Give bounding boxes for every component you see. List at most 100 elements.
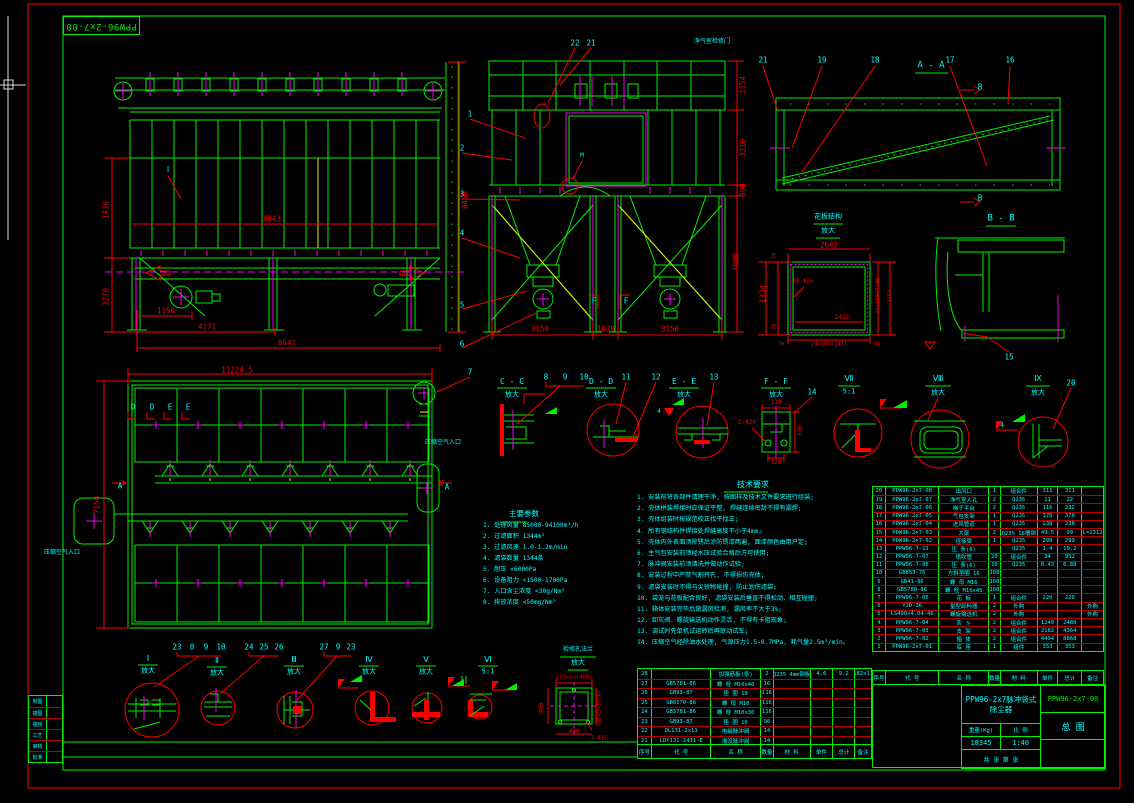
bom-main-row: 16PPW96-2x7-04进风管道1Q235238238 bbox=[873, 520, 1103, 528]
bom-main-header-row: 序号代 号名 称数量材 料单件总计备注 bbox=[873, 671, 1103, 684]
bom-main-cell: 6 bbox=[873, 603, 885, 610]
dim-98phi16: 98-Φ16 bbox=[793, 279, 813, 285]
bom-main-cell: 15 bbox=[873, 529, 885, 536]
marker-A-right: A bbox=[445, 483, 450, 491]
callout-23a: 23 bbox=[172, 643, 181, 651]
bom-main-cell bbox=[1081, 594, 1103, 601]
bom-main-row: 6YJD-36星型卸料器2外购外购 bbox=[873, 602, 1103, 610]
bom-main-row: 13PPW96-7-11压 条(8)Q2351.419.2 bbox=[873, 544, 1103, 552]
bom-aux-row: 25GB6170-86螺 母 M10116 bbox=[638, 698, 871, 708]
magnify-2: 放大 bbox=[210, 670, 224, 677]
bom-main-cell bbox=[1081, 644, 1103, 651]
bom-aux-cell bbox=[832, 708, 854, 717]
bom-main-cell: 370 bbox=[1037, 513, 1058, 520]
bom-aux-row: 26GB93-87垫 圈 10116 bbox=[638, 688, 871, 698]
bom-aux-cell: 14 bbox=[760, 727, 773, 736]
bom-main-cell: GB41-86 bbox=[885, 578, 939, 585]
bom-table-main-header: 序号代 号名 称数量材 料单件总计备注 bbox=[872, 670, 1104, 685]
bom-main-cell: 外购 bbox=[1081, 611, 1103, 618]
corner-cell: 描校 bbox=[29, 719, 46, 729]
dim-1030: 1030 bbox=[597, 325, 615, 333]
bom-main-cell: 2182 bbox=[1037, 627, 1058, 634]
bom-aux-cell bbox=[832, 699, 854, 708]
dim-2154-b: 2154 bbox=[888, 289, 894, 302]
bom-main-cell: GB853-76 bbox=[885, 570, 939, 577]
bom-main-cell: 2 bbox=[988, 603, 1000, 610]
corner-cell bbox=[46, 730, 62, 740]
weight-value: 18345 bbox=[961, 736, 1001, 750]
dim-24x100: 24x100=2411 bbox=[811, 342, 847, 348]
bom-main-cell: 气包支架 bbox=[938, 513, 988, 520]
callout-15: 15 bbox=[1004, 353, 1013, 361]
bom-main-cell: PPW96-7-03 bbox=[885, 627, 939, 634]
bom-main-cell bbox=[1081, 496, 1103, 503]
bom-aux-cell: 116 bbox=[760, 689, 773, 698]
bom-main-cell: 1.4 bbox=[1037, 545, 1058, 552]
bom-main-cell: GB5780-86 bbox=[885, 586, 939, 593]
bom-main-cell bbox=[1081, 619, 1103, 626]
bom-main-cell: 952 bbox=[1057, 554, 1081, 561]
magnify-1: 放大 bbox=[141, 668, 155, 675]
drawing-title: PPW96-2x7脉冲袋式除尘器 bbox=[961, 685, 1041, 724]
dim-7150: 7150 bbox=[93, 496, 101, 514]
bom-aux-cell: 16 bbox=[760, 680, 773, 689]
bom-main-cell: 4434 bbox=[1037, 635, 1058, 642]
bom-main-cell bbox=[1081, 504, 1103, 511]
bom-table-aux: 28加强筋板(条)2Q235 4mm钢板4.69.21182x11027GB57… bbox=[637, 668, 872, 746]
bom-aux-cell bbox=[773, 727, 810, 736]
list-item: 3. 壳体组装时按规范校正找平找正; bbox=[637, 517, 872, 528]
bom-main-cell: 0.43 bbox=[1037, 562, 1058, 569]
corner-cell: 工艺 bbox=[29, 730, 46, 740]
bom-main-cell: 支 架 bbox=[938, 627, 988, 634]
bom-main-row: 8GB5780-86螺 栓 M16x45108 bbox=[873, 585, 1103, 593]
bom-main-cell: PPW96-2x7-01 bbox=[885, 644, 939, 651]
bom-main-cell bbox=[1081, 487, 1103, 495]
bom-aux-cell: 4.6 bbox=[810, 669, 833, 679]
view-middle-elevation bbox=[437, 48, 744, 392]
cad-viewport[interactable]: PPW96-2x7-00 884314763270115042718541846… bbox=[0, 0, 1134, 803]
detail4-title: Ⅳ bbox=[365, 656, 372, 664]
bom-aux-cell: 螺 栓 M10x40 bbox=[710, 680, 760, 689]
dim-400-b: 400 bbox=[569, 729, 580, 735]
bom-main-cell: PPW96-2x7-04 bbox=[885, 521, 939, 528]
bom-main-cell: 20 bbox=[873, 487, 885, 495]
bom-main-cell: 组件 bbox=[1000, 644, 1037, 651]
corner-row: 工艺 bbox=[29, 729, 62, 740]
bom-table-aux-header: 序号代 号名 称数量材 料单件总计备注 bbox=[637, 744, 872, 759]
callout-9c: 9 bbox=[336, 643, 341, 651]
bom-main-cell bbox=[1081, 578, 1103, 585]
bom-aux-cell bbox=[854, 718, 871, 727]
bom-main-cell: PPW96-2x7-06 bbox=[885, 504, 939, 511]
bom-aux-row: 28加强筋板(条)2Q235 4mm钢板4.69.21182x110 bbox=[638, 669, 871, 679]
bom-main-cell: 进风管道 bbox=[938, 521, 988, 528]
bom-aux-cell bbox=[810, 689, 833, 698]
bom-main-cell: 220 bbox=[1037, 594, 1058, 601]
bom-main-cell: 11 bbox=[1037, 496, 1058, 503]
bom-main-cell: 299 bbox=[1057, 537, 1081, 544]
bom-main-header-cell: 代 号 bbox=[885, 671, 939, 684]
dim-3150-b: 3150 bbox=[661, 325, 679, 333]
bom-main-cell: 螺旋输送机 bbox=[938, 611, 988, 618]
title-block: 标记处数分区更改文件号签字日期 设 计标准化审 核工 艺批 准 PPW96-2x… bbox=[872, 684, 1105, 768]
bom-aux-cell: 加强筋板(条) bbox=[710, 669, 760, 679]
bom-main-cell: PPW96-7-06 bbox=[885, 562, 939, 569]
marker-E2: E bbox=[186, 403, 191, 411]
corner-row: 描图 bbox=[29, 707, 62, 718]
dim-120: 120 bbox=[771, 460, 782, 466]
parameters-title: 主要参数 bbox=[509, 510, 633, 518]
bom-aux-cell: 27 bbox=[638, 680, 651, 689]
dim-2154: 2154 bbox=[739, 76, 747, 94]
callout-8b: 8 bbox=[190, 643, 195, 651]
detail8-title: Ⅷ bbox=[933, 375, 944, 383]
weld-num-ee: 4 bbox=[657, 409, 661, 415]
bom-main-cell: PPW96-7-07 bbox=[885, 554, 939, 561]
magnify-ee: 放大 bbox=[677, 392, 691, 399]
bom-main-cell: 311 bbox=[1037, 487, 1058, 495]
dim-8541: 8541 bbox=[278, 339, 296, 347]
detail9-title: Ⅸ bbox=[1034, 375, 1041, 383]
view-detail-sections bbox=[497, 382, 1071, 468]
bom-main-cell: 4 bbox=[873, 619, 885, 626]
bom-main-cell: 2480 bbox=[1057, 619, 1081, 626]
bom-main-cell: PPW96-2x7-07 bbox=[885, 496, 939, 503]
dim-3270: 3270 bbox=[102, 288, 110, 306]
